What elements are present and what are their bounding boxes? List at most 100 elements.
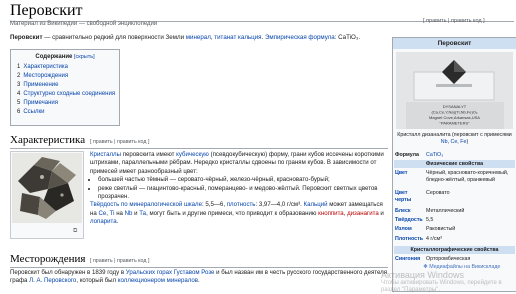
infobox: Перовскит DYSANALYT (Ca,Ce,Y,Na)(Ti,Nb,F…: [392, 37, 516, 292]
toc-link[interactable]: Структурно сходные соединения: [23, 91, 115, 97]
crystal-thumbnail[interactable]: ⧉: [10, 151, 84, 239]
row-key-link[interactable]: Излом: [395, 226, 425, 233]
link-calcium[interactable]: Кальций: [304, 201, 328, 208]
list-item: большей частью тёмный — серовато-чёрный,…: [98, 176, 390, 184]
crystal-photo[interactable]: [12, 153, 82, 223]
link-ural[interactable]: Уральских горах: [126, 269, 172, 276]
caption-text: Кристалл дизаналита (перовскит с примеся…: [397, 132, 512, 138]
toc-num: 6: [17, 109, 21, 115]
toc-num: 5: [17, 100, 21, 106]
row-key-link[interactable]: Цвет: [395, 170, 425, 177]
toc-item[interactable]: 6 Ссылки: [17, 108, 119, 117]
deposits-text: Перовскит был обнаружен в 1839 году в Ур…: [10, 269, 390, 286]
text: , могут быть и другие примеси, что приво…: [146, 209, 319, 217]
link-mineral-collector[interactable]: коллекционером минералов: [118, 277, 198, 284]
toc-header: Содержание [скрыть]: [11, 54, 119, 60]
toc-item[interactable]: 1 Характеристика: [17, 63, 119, 72]
toc-link[interactable]: Применение: [23, 82, 58, 88]
infobox-caption: Кристалл дизаналита (перовскит с примеся…: [395, 132, 514, 146]
infobox-section-physical: Физические свойства: [394, 160, 515, 168]
toc-link[interactable]: Примечания: [23, 100, 58, 106]
lead-formula: : CaTiO₃.: [334, 34, 361, 41]
text: и: [378, 209, 384, 217]
color-list: большей частью тёмный — серовато-чёрный,…: [90, 176, 390, 201]
toc-link[interactable]: Характеристика: [23, 64, 68, 70]
infobox-image[interactable]: DYSANALYT (Ca,Ce,Y,Na)(Ti,Nb,Fe)O₃ Magne…: [396, 52, 513, 129]
toc-list: 1 Характеристика 2 Месторождения 3 Применен…: [11, 63, 119, 117]
row-key-link[interactable]: Твёрдость: [395, 217, 425, 224]
caption-end: ): [466, 138, 469, 145]
link-calcium-titanate[interactable]: титанат кальция: [214, 34, 261, 41]
text: : 3,97—4,0 г/см³.: [255, 201, 304, 209]
link-mineral[interactable]: минерал: [186, 34, 211, 41]
row-key-link[interactable]: Плотность: [395, 236, 425, 243]
section-edit-links[interactable]: [ править | править код ]: [90, 139, 149, 145]
link-cubic[interactable]: кубическую: [176, 151, 209, 158]
watermark-text: Чтобы активировать Windows, перейдите в …: [381, 280, 502, 293]
toc-num: 4: [17, 91, 21, 97]
page-subtitle: Материал из Википедии — свободной энцикл…: [10, 21, 158, 27]
toc-item[interactable]: 2 Месторождения: [17, 72, 119, 81]
toc-item[interactable]: 3 Применение: [17, 81, 119, 90]
toc-item[interactable]: 5 Примечания: [17, 99, 119, 108]
image-label-2: (Ca,Ce,Y,Na)(Ti,Nb,Fe)O₃: [431, 110, 477, 115]
top-edit-links[interactable]: [ править | править код ]: [423, 18, 485, 24]
link-gustav-rose[interactable]: Густавом Розе: [174, 269, 215, 276]
toc-num: 2: [17, 73, 21, 79]
image-label-4: "PARAMETERS": [439, 121, 470, 126]
row-value: Серовато: [426, 190, 450, 196]
link-loparite[interactable]: лопарита: [90, 218, 117, 225]
lead-text: — сравнительно редкий для поверхности Зе…: [42, 34, 186, 41]
row-value: Орторомбическая: [426, 256, 471, 262]
text: Перовскит был обнаружен в 1839 году в: [10, 269, 126, 276]
section-divider: [10, 148, 388, 149]
image-label-1: DYSANALYT: [443, 104, 467, 109]
page-title: Перовскит: [10, 2, 83, 19]
row-key-link[interactable]: Цвет черты: [395, 190, 425, 204]
section-edit-links[interactable]: [ править | править код ]: [90, 258, 149, 264]
row-value-link[interactable]: CaTiO₃: [426, 152, 514, 159]
section-divider: [10, 267, 388, 268]
link-perovsky[interactable]: Л. А. Перовского: [29, 277, 76, 284]
toc-num: 1: [17, 64, 21, 70]
infobox-title: Перовскит: [393, 38, 516, 49]
table-of-contents: Содержание [скрыть] 1 Характеристика 2 Мес…: [10, 49, 120, 126]
row-key: Формула: [395, 152, 419, 158]
link-nb[interactable]: Nb: [441, 139, 448, 145]
text: .: [198, 277, 200, 285]
watermark-title: Активация Windows: [381, 270, 464, 280]
paragraph: Твёрдость по минералогической шкале: 5,5…: [90, 201, 390, 226]
toc-toggle[interactable]: [скрыть]: [74, 54, 95, 60]
row-value: Чёрный, красновато-коричневый, бледно-жё…: [426, 170, 509, 183]
toc-link[interactable]: Ссылки: [23, 109, 44, 115]
row-key-link[interactable]: Блеск: [395, 208, 425, 215]
section-heading-characteristics: Характеристика: [10, 134, 86, 146]
toc-num: 3: [17, 82, 21, 88]
text: : 5,5—6,: [201, 201, 227, 209]
link-mohs-scale[interactable]: Твёрдость по минералогической шкале: [90, 201, 202, 208]
enlarge-icon[interactable]: ⧉: [73, 228, 77, 235]
link-crystals[interactable]: Кристаллы: [90, 151, 121, 158]
toc-link[interactable]: Месторождения: [23, 73, 68, 79]
toc-item[interactable]: 4 Структурно сходные соединения: [17, 90, 119, 99]
link-knopite[interactable]: кноппита: [318, 210, 344, 217]
link-density[interactable]: плотность: [227, 201, 256, 208]
infobox-section-crystallographic: Кристаллографические свойства: [394, 246, 515, 254]
paragraph: Кристаллы перовскита имеют кубическую (п…: [90, 151, 390, 176]
row-value: Металлический: [426, 208, 465, 214]
link-empirical-formula[interactable]: Эмпирическая формула: [265, 34, 335, 41]
list-item: реже светлый — гиацинтово-красный, помер…: [98, 185, 390, 202]
text: .: [116, 218, 119, 226]
windows-activation-watermark: Активация Windows Чтобы активировать Win…: [381, 270, 516, 294]
row-value: 4 г/см³: [426, 236, 442, 242]
section-heading-deposits: Месторождения: [10, 253, 86, 265]
link-dysanalyte[interactable]: дизанагита: [347, 210, 379, 217]
toc-title: Содержание: [35, 54, 73, 60]
text: , который был: [76, 277, 118, 285]
lead-paragraph: Перовскит — сравнительно редкий для пове…: [10, 34, 388, 43]
row-value: Раковистый: [426, 226, 456, 232]
image-label-3: Magnet Cove,Arkansas,USA: [429, 115, 480, 120]
characteristics-text: Кристаллы перовскита имеют кубическую (п…: [90, 151, 390, 227]
row-key-link[interactable]: Сингония: [395, 256, 425, 263]
text: на: [114, 209, 125, 217]
